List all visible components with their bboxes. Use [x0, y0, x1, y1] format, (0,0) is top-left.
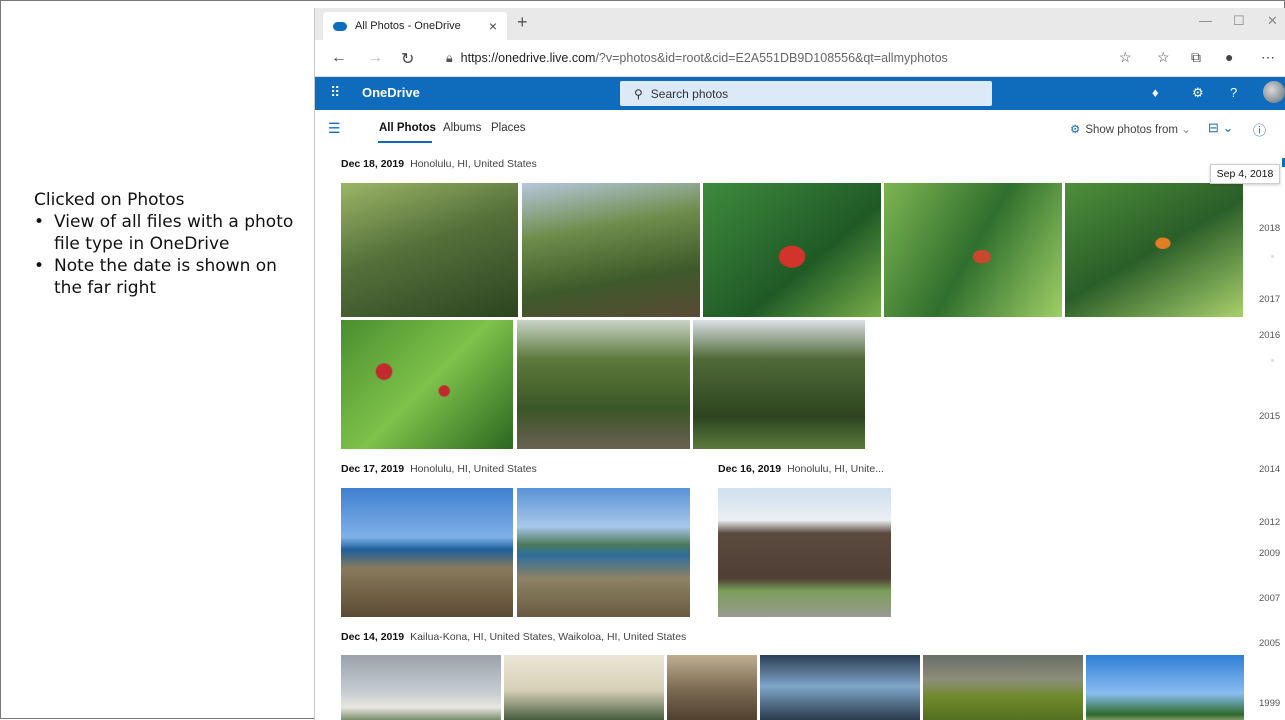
tab-albums[interactable]: Albums — [443, 122, 481, 134]
collections-icon[interactable]: ⧉ — [1191, 49, 1201, 66]
minimize-button[interactable]: — — [1199, 13, 1212, 28]
group-header: Dec 17, 2019 Honolulu, HI, United States — [341, 463, 537, 475]
group-header: Dec 14, 2019 Kailua-Kona, HI, United Stat… — [341, 631, 686, 643]
close-window-button[interactable]: ✕ — [1267, 13, 1278, 29]
timeline-dot — [1271, 255, 1274, 258]
photo-thumbnail[interactable] — [341, 320, 513, 449]
group-location: Honolulu, HI, United States — [410, 463, 537, 475]
new-tab-button[interactable]: + — [517, 12, 528, 33]
notes-list: View of all files with a photo file type… — [34, 211, 294, 299]
timeline-year[interactable]: 2009 — [1259, 548, 1280, 559]
favorite-star-icon[interactable]: ☆ — [1119, 49, 1132, 66]
photo-thumbnail[interactable] — [341, 183, 518, 317]
photo-thumbnail[interactable] — [341, 655, 501, 720]
url-field[interactable]: 🔒︎ https://onedrive.live.com/?v=photos&id… — [446, 51, 948, 66]
app-launcher-icon[interactable]: ⠿ — [330, 84, 340, 101]
timeline-year[interactable]: 2016 — [1259, 330, 1280, 341]
timeline-year[interactable]: 2014 — [1259, 464, 1280, 475]
photo-thumbnail[interactable] — [341, 488, 513, 617]
forward-icon[interactable]: → — [367, 49, 383, 67]
info-icon[interactable]: ⓘ — [1253, 120, 1266, 139]
filter-gear-icon: ⚙ — [1070, 124, 1081, 136]
photo-thumbnail[interactable] — [504, 655, 664, 720]
photo-thumbnail[interactable] — [1086, 655, 1244, 720]
active-tab-indicator — [378, 141, 432, 143]
group-header: Dec 16, 2019 Honolulu, HI, Unite... — [718, 463, 884, 475]
show-photos-from-label: Show photos from — [1085, 124, 1178, 136]
close-tab-icon[interactable]: × — [489, 18, 497, 34]
timeline-year[interactable]: 2015 — [1259, 411, 1280, 422]
profile-icon[interactable]: ● — [1225, 49, 1233, 65]
notes-bullet: Note the date is shown on the far right — [34, 255, 294, 299]
group-location: Kailua-Kona, HI, United States, Waikoloa… — [410, 631, 687, 643]
onedrive-cloud-icon — [333, 21, 347, 31]
notes-bullet: View of all files with a photo file type… — [34, 211, 294, 255]
account-avatar[interactable] — [1263, 81, 1285, 103]
favorites-bar-icon[interactable]: ☆ — [1157, 49, 1170, 66]
refresh-icon[interactable]: ↻ — [401, 49, 414, 69]
layout-view-icon[interactable]: ⊟ ⌄ — [1208, 120, 1233, 136]
settings-gear-icon[interactable]: ⚙ — [1192, 85, 1204, 101]
tab-title: All Photos - OneDrive — [355, 20, 461, 32]
notes-heading: Clicked on Photos — [34, 190, 185, 210]
photo-thumbnail[interactable] — [884, 183, 1062, 317]
help-icon[interactable]: ? — [1230, 85, 1237, 100]
tab-places[interactable]: Places — [491, 122, 526, 134]
more-menu-icon[interactable]: ⋯ — [1261, 49, 1275, 66]
timeline-dot — [1271, 359, 1274, 362]
address-bar-row: ← → ↻ 🔒︎ https://onedrive.live.com/?v=pho… — [315, 40, 1285, 77]
search-placeholder: Search photos — [650, 86, 729, 101]
timeline-year[interactable]: 2017 — [1259, 294, 1280, 305]
group-location: Honolulu, HI, Unite... — [787, 463, 884, 475]
photo-thumbnail[interactable] — [667, 655, 757, 720]
photo-thumbnail[interactable] — [522, 183, 700, 317]
back-icon[interactable]: ← — [331, 49, 347, 67]
browser-window: All Photos - OneDrive × + — ☐ ✕ ← → ↻ 🔒︎… — [314, 8, 1285, 720]
onedrive-header: ⠿ OneDrive ⚲ Search photos ♦ ⚙ ? — [315, 77, 1285, 110]
group-date: Dec 18, 2019 — [341, 158, 405, 170]
group-date: Dec 16, 2019 — [718, 463, 782, 475]
slide: Clicked on Photos View of all files with… — [0, 0, 1285, 720]
photo-thumbnail[interactable] — [703, 183, 881, 317]
photo-thumbnail[interactable] — [693, 320, 865, 449]
timeline-year[interactable]: 2007 — [1259, 593, 1280, 604]
photos-command-bar: ☰ All Photos Albums Places ⚙ Show photos … — [315, 110, 1285, 146]
photo-thumbnail[interactable] — [923, 655, 1083, 720]
group-date: Dec 14, 2019 — [341, 631, 405, 643]
timeline-year[interactable]: 2018 — [1259, 223, 1280, 234]
annotation-notes: Clicked on Photos View of all files with… — [34, 189, 294, 299]
premium-diamond-icon[interactable]: ♦ — [1152, 85, 1159, 100]
timeline-year[interactable]: 1999 — [1259, 698, 1280, 709]
photo-thumbnail[interactable] — [517, 488, 690, 617]
search-icon: ⚲ — [634, 86, 643, 101]
date-timeline-scrubber[interactable]: 2018 2017 2016 2015 2014 2012 2009 2007 … — [1259, 148, 1285, 720]
tab-all-photos[interactable]: All Photos — [379, 122, 436, 134]
tab-bar: All Photos - OneDrive × + — ☐ ✕ — [315, 8, 1285, 40]
photo-thumbnail[interactable] — [1065, 183, 1243, 317]
photo-thumbnail[interactable] — [760, 655, 920, 720]
photo-thumbnail[interactable] — [718, 488, 891, 617]
hamburger-menu-icon[interactable]: ☰ — [328, 120, 341, 137]
group-location: Honolulu, HI, United States — [410, 158, 537, 170]
photo-thumbnail[interactable] — [517, 320, 690, 449]
maximize-button[interactable]: ☐ — [1233, 13, 1245, 29]
onedrive-brand[interactable]: OneDrive — [362, 85, 420, 100]
url-host: https://onedrive.live.com — [460, 51, 596, 65]
timeline-year[interactable]: 2005 — [1259, 638, 1280, 649]
browser-tab[interactable]: All Photos - OneDrive × — [323, 12, 507, 40]
show-photos-from-dropdown[interactable]: ⚙ Show photos from ⌄ — [1070, 122, 1191, 136]
search-box[interactable]: ⚲ Search photos — [620, 81, 992, 106]
group-date: Dec 17, 2019 — [341, 463, 405, 475]
url-path: /?v=photos&id=root&cid=E2A551DB9D108556&… — [595, 51, 948, 65]
group-header: Dec 18, 2019 Honolulu, HI, United States — [341, 158, 537, 170]
timeline-year[interactable]: 2012 — [1259, 517, 1280, 528]
lock-icon: 🔒︎ — [446, 51, 453, 65]
